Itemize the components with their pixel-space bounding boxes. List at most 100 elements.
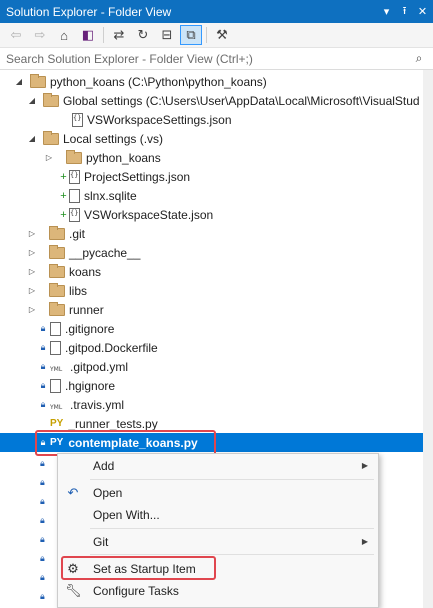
tree-row-runner-tests[interactable]: PY _runner_tests.py: [0, 414, 433, 433]
pin-icon[interactable]: ⭱: [397, 4, 412, 19]
menu-item-git[interactable]: Git ▶: [58, 531, 378, 552]
tree-row-label: ProjectSettings.json: [84, 169, 191, 184]
tree-row-global-settings[interactable]: ◢ Global settings (C:\Users\User\AppData…: [0, 91, 433, 110]
tree-row-gitignore[interactable]: 🔒︎ .gitignore: [0, 319, 433, 338]
tree-row-vsworkspacestate[interactable]: + VSWorkspaceState.json: [0, 205, 433, 224]
added-icon: +: [60, 189, 67, 202]
submenu-arrow-icon: ▶: [361, 461, 368, 470]
file-icon: [50, 378, 61, 393]
lock-icon: 🔒︎: [40, 553, 45, 563]
yml-file-icon: YML: [50, 403, 63, 411]
tree-row-git[interactable]: ▷ .git: [0, 224, 433, 243]
folder-icon: [49, 301, 65, 316]
menu-separator: [90, 554, 374, 555]
collapse-all-icon[interactable]: ⊟: [156, 25, 178, 45]
menu-item-open-with[interactable]: Open With...: [58, 504, 378, 525]
lock-icon: 🔒︎: [40, 380, 46, 390]
close-icon[interactable]: ✕: [415, 4, 430, 19]
menu-separator: [90, 479, 374, 480]
tree-row-pycache[interactable]: ▷ __pycache__: [0, 243, 433, 262]
lock-icon: 🔒︎: [40, 572, 45, 582]
menu-item-open[interactable]: ↶ Open: [58, 482, 378, 503]
menu-item-set-startup[interactable]: ⚙ Set as Startup Item: [58, 558, 378, 579]
dropdown-icon[interactable]: ▾: [379, 4, 394, 19]
lock-icon: 🔒︎: [40, 515, 45, 525]
lock-icon: 🔒︎: [40, 496, 45, 506]
menu-separator: [90, 528, 374, 529]
tree-row-projectsettings[interactable]: + ProjectSettings.json: [0, 167, 433, 186]
lock-icon: 🔒︎: [40, 323, 46, 333]
tree-row-libs[interactable]: ▷ libs: [0, 281, 433, 300]
tree-row-label: VSWorkspaceSettings.json: [87, 112, 232, 127]
tree-row-label: .gitpod.Dockerfile: [65, 340, 158, 355]
tree-row-contemplate-koans[interactable]: 🔒︎ PY contemplate_koans.py: [0, 433, 433, 452]
tree-row-label: Global settings (C:\Users\User\AppData\L…: [63, 93, 420, 108]
tree-row-label: VSWorkspaceState.json: [84, 207, 214, 222]
tree-row-python-koans-sub[interactable]: ▷ python_koans: [0, 148, 433, 167]
menu-item-label: Git: [93, 534, 109, 549]
folder-icon: [49, 263, 65, 278]
tree-row-label: .git: [69, 226, 86, 241]
gear-icon: ⚙: [67, 560, 79, 576]
open-icon: ↶: [67, 484, 79, 500]
show-all-files-icon[interactable]: ⧉: [180, 25, 202, 45]
collapsed-arrow-icon[interactable]: ▷: [27, 229, 37, 238]
toolbar-separator: [206, 27, 207, 43]
tree-row-gitpod-dockerfile[interactable]: 🔒︎ .gitpod.Dockerfile: [0, 338, 433, 357]
tree-row-local-settings[interactable]: ◢ Local settings (.vs): [0, 129, 433, 148]
switch-views-icon[interactable]: ◧: [77, 25, 99, 45]
tree-row-hgignore[interactable]: 🔒︎ .hgignore: [0, 376, 433, 395]
folder-icon: [49, 282, 65, 297]
file-icon: [50, 340, 61, 355]
menu-item-configure-tasks[interactable]: 🔧︎ Configure Tasks: [58, 580, 378, 601]
collapsed-arrow-icon[interactable]: ▷: [44, 153, 54, 162]
added-icon: +: [60, 208, 67, 221]
json-file-icon: [72, 112, 83, 127]
lock-icon: 🔒︎: [40, 477, 45, 487]
menu-item-add[interactable]: Add ▶: [58, 455, 378, 476]
tree-row-travis-yml[interactable]: 🔒︎ YML .travis.yml: [0, 395, 433, 414]
python-file-icon: PY: [50, 437, 64, 448]
tree-row-runner[interactable]: ▷ runner: [0, 300, 433, 319]
json-file-icon: [69, 169, 80, 184]
tree-row-label: python_koans: [86, 150, 161, 165]
menu-item-label: Open With...: [93, 507, 160, 522]
settings-folder-icon: [43, 92, 59, 107]
tree-row-label: koans: [69, 264, 102, 279]
context-menu: Add ▶ ↶ Open Open With... Git ▶ ⚙ Set as…: [57, 453, 379, 608]
tree-row-gitpod-yml[interactable]: 🔒︎ YML .gitpod.yml: [0, 357, 433, 376]
menu-item-label: Add: [93, 458, 115, 473]
collapsed-arrow-icon[interactable]: ▷: [27, 305, 37, 314]
file-icon: [50, 321, 61, 336]
menu-item-label: Set as Startup Item: [93, 561, 196, 576]
properties-icon[interactable]: ⚒: [211, 25, 233, 45]
tree-row-label: .gitpod.yml: [70, 359, 129, 374]
yml-file-icon: YML: [50, 365, 63, 373]
refresh-icon[interactable]: ↻: [132, 25, 154, 45]
submenu-arrow-icon: ▶: [361, 537, 368, 546]
lock-icon: 🔒︎: [40, 437, 46, 447]
tree-row-label: .hgignore: [65, 378, 116, 393]
home-icon[interactable]: ⌂: [53, 25, 75, 45]
sync-icon[interactable]: ⇄: [108, 25, 130, 45]
collapsed-arrow-icon[interactable]: ▷: [27, 248, 37, 257]
vertical-scrollbar[interactable]: [423, 70, 433, 608]
collapsed-arrow-icon[interactable]: ▷: [27, 286, 37, 295]
lock-icon: 🔒︎: [40, 534, 45, 544]
tree-row-root[interactable]: ◢ python_koans (C:\Python\python_koans): [0, 72, 433, 91]
search-input[interactable]: [6, 51, 411, 66]
forward-icon[interactable]: ⇨: [29, 25, 51, 45]
folder-icon: [49, 225, 65, 240]
back-icon[interactable]: ⇦: [5, 25, 27, 45]
tree-row-vsworkspacesettings[interactable]: VSWorkspaceSettings.json: [0, 110, 433, 129]
search-icon[interactable]: ⌕: [411, 51, 427, 66]
tree-row-label: python_koans (C:\Python\python_koans): [50, 74, 267, 89]
tree-row-slnx[interactable]: + slnx.sqlite: [0, 186, 433, 205]
expanded-arrow-icon[interactable]: ◢: [27, 134, 37, 143]
collapsed-arrow-icon[interactable]: ▷: [27, 267, 37, 276]
tree-row-koans[interactable]: ▷ koans: [0, 262, 433, 281]
expanded-arrow-icon[interactable]: ◢: [14, 77, 24, 86]
toolbar-separator: [103, 27, 104, 43]
expanded-arrow-icon[interactable]: ◢: [27, 96, 37, 105]
title-bar: Solution Explorer - Folder View ▾ ⭱ ✕: [0, 0, 433, 23]
